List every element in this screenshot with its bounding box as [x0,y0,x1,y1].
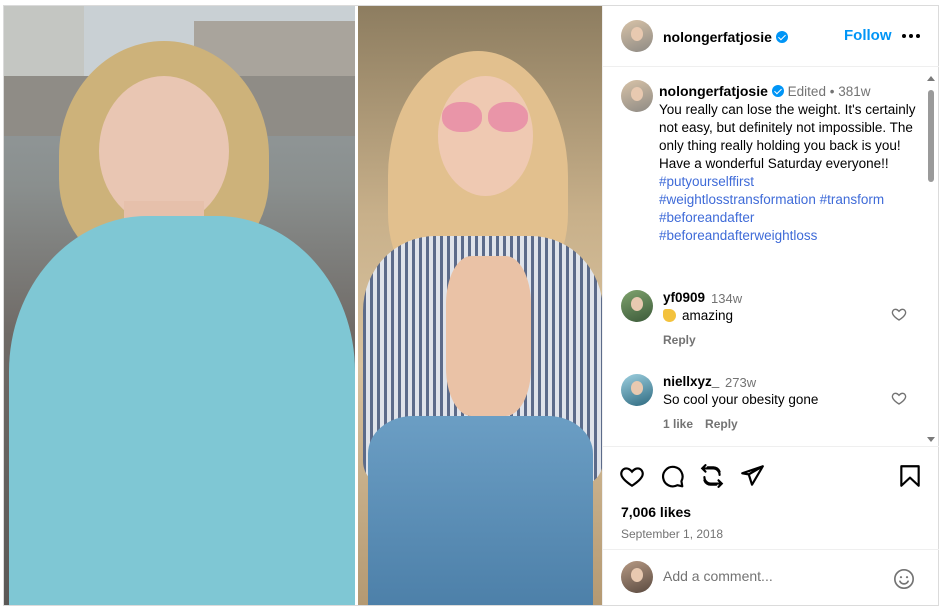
scrollbar-thumb[interactable] [928,90,934,182]
caption-edited: Edited [787,84,826,99]
post-side-panel: nolongerfatjosie Follow nolongerfatjosie… [602,6,939,605]
reply-button[interactable]: Reply [705,417,738,431]
caption-separator: • [829,84,835,99]
hashtag-link[interactable]: #beforeandafter [659,210,754,225]
caption-author-avatar[interactable] [621,80,653,112]
comments-section[interactable]: nolongerfatjosie Edited • 381w You reall… [603,68,939,446]
post-caption: nolongerfatjosie Edited • 381w You reall… [659,82,917,245]
comment-time[interactable]: 134w [711,291,742,306]
hashtag-link[interactable]: #transform [820,192,885,207]
instagram-post-dialog: nolongerfatjosie Follow nolongerfatjosie… [3,5,939,606]
comment-item: yf0909 134w amazing Reply [603,284,939,364]
comment-time[interactable]: 273w [725,375,756,390]
bookmark-icon[interactable] [897,463,923,489]
post-header: nolongerfatjosie Follow [603,6,939,67]
comments-scrollbar[interactable] [925,74,937,444]
commenter-avatar[interactable] [621,374,653,406]
scroll-up-arrow-icon[interactable] [927,76,935,81]
comment-actions: 1 like Reply [663,417,750,431]
caption-text: You really can lose the weight. It's cer… [659,102,916,171]
caption-time[interactable]: 381w [838,84,870,99]
share-icon[interactable] [739,463,765,489]
repost-icon[interactable] [699,463,725,489]
sunglasses [442,102,528,132]
add-comment-bar [603,549,939,605]
author-username[interactable]: nolongerfatjosie [663,29,788,45]
scroll-down-arrow-icon[interactable] [927,437,935,442]
post-media[interactable] [4,6,602,605]
comment-actions: Reply [663,333,708,347]
after-photo [358,6,602,605]
hashtag-link[interactable]: #weightlosstransformation [659,192,816,207]
verified-badge-icon [775,31,788,43]
reply-button[interactable]: Reply [663,333,696,347]
caption-username[interactable]: nolongerfatjosie [659,83,784,99]
more-horizontal-icon[interactable] [902,27,920,45]
comment-text: amazing [663,308,733,323]
comment-item: niellxyz_ 273w So cool your obesity gone… [603,368,939,446]
like-comment-heart-icon[interactable] [891,390,907,406]
follow-button[interactable]: Follow [844,27,892,44]
hashtag-link[interactable]: #putyourselffirst [659,174,754,189]
post-date[interactable]: September 1, 2018 [621,527,723,541]
post-actions-bar: 7,006 likes September 1, 2018 [603,446,939,549]
like-comment-heart-icon[interactable] [891,306,907,322]
heart-icon[interactable] [619,463,645,489]
comment-text: So cool your obesity gone [663,392,819,407]
verified-badge-icon [771,85,784,97]
comment-input[interactable] [663,568,873,584]
comment-username[interactable]: yf0909 [663,290,705,305]
author-avatar[interactable] [621,20,653,52]
clapping-hands-icon [663,309,676,322]
commenter-avatar[interactable] [621,290,653,322]
before-photo [4,6,355,605]
comment-username[interactable]: niellxyz_ [663,374,719,389]
smiley-icon[interactable] [893,568,915,590]
comment-icon[interactable] [659,463,685,489]
comment-likes[interactable]: 1 like [663,417,693,431]
likes-count[interactable]: 7,006 likes [621,504,691,520]
hashtag-link[interactable]: #beforeandafterweightloss [659,228,817,243]
current-user-avatar [621,561,653,593]
